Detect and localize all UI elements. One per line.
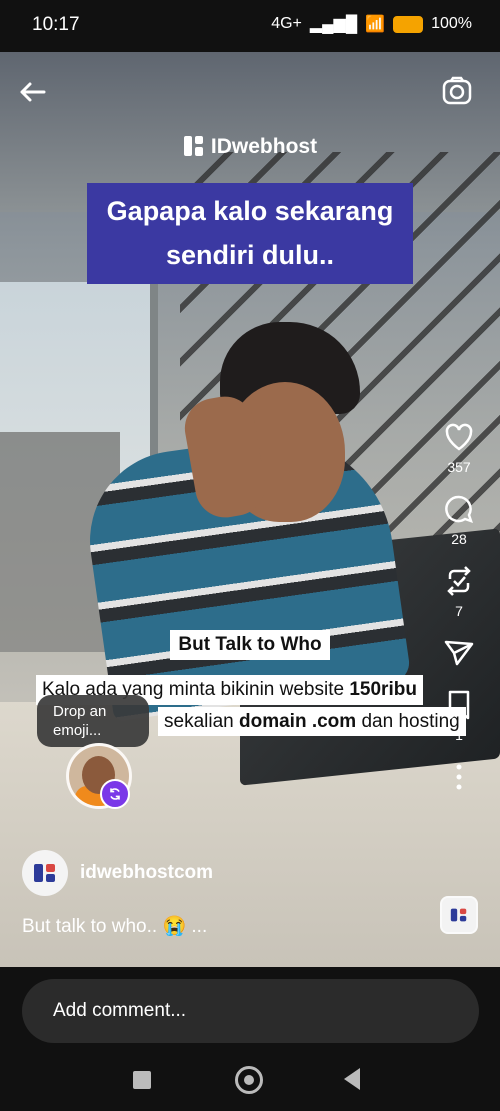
caption-bottom-line2-bold: domain .com — [239, 710, 357, 732]
share-button[interactable] — [442, 636, 476, 670]
status-indicators: 4G+ ▂▄▆█ 📶 100% — [271, 14, 472, 34]
recent-apps-button[interactable] — [133, 1071, 151, 1089]
wifi-icon: 📶 — [365, 16, 386, 33]
action-rail: 357 28 7 1 — [442, 420, 476, 812]
save-button[interactable]: 1 — [442, 688, 476, 742]
brand-name: IDwebhost — [210, 135, 318, 158]
profile-avatar[interactable] — [22, 850, 68, 896]
back-icon[interactable] — [14, 74, 50, 110]
drop-emoji-tooltip: Drop an emoji... — [37, 695, 149, 747]
caption-bottom-line2-prefix: sekalian — [164, 710, 239, 732]
video-caption-middle: But Talk to Who — [0, 630, 500, 660]
heart-icon — [445, 423, 473, 451]
video-caption-top: Gapapa kalo sekarang sendiri dulu.. — [0, 183, 500, 284]
caption-top-line2: sendiri dulu.. — [155, 233, 344, 278]
comment-count: 28 — [451, 531, 467, 547]
back-button[interactable] — [344, 1068, 360, 1090]
share-icon — [444, 640, 474, 666]
comment-input[interactable]: Add comment... — [22, 979, 479, 1043]
battery-icon — [393, 15, 424, 33]
battery-percent: 100% — [431, 15, 472, 32]
home-button[interactable] — [235, 1066, 263, 1094]
bookmark-icon — [448, 690, 470, 720]
audio-thumbnail[interactable] — [440, 896, 478, 934]
repost-icon — [447, 566, 471, 596]
post-caption[interactable]: But talk to who.. 😭 ... — [22, 914, 207, 938]
brand-logo-icon — [183, 135, 205, 157]
save-count: 1 — [455, 727, 463, 743]
status-bar: 10:17 4G+ ▂▄▆█ 📶 100% — [0, 0, 500, 52]
more-button[interactable] — [442, 760, 476, 794]
caption-top-line1: Gapapa kalo sekarang — [96, 189, 404, 234]
comment-button[interactable]: 28 — [442, 492, 476, 546]
more-vertical-icon — [456, 764, 462, 790]
caption-bottom-line1-bold: 150ribu — [349, 679, 417, 700]
profile-row: idwebhostcom — [22, 850, 213, 896]
camera-icon[interactable] — [440, 74, 474, 108]
profile-username[interactable]: idwebhostcom — [80, 862, 213, 884]
like-button[interactable]: 357 — [442, 420, 476, 474]
refresh-icon[interactable] — [100, 779, 130, 809]
signal-icon: ▂▄▆█ — [309, 16, 358, 33]
network-label: 4G+ — [271, 15, 302, 32]
caption-middle-text: But Talk to Who — [170, 630, 330, 660]
comment-icon — [445, 495, 473, 523]
brand-logo: IDwebhost — [0, 135, 500, 159]
repost-count: 7 — [455, 603, 463, 619]
like-count: 357 — [447, 459, 471, 475]
repost-button[interactable]: 7 — [442, 564, 476, 618]
status-time: 10:17 — [32, 14, 80, 35]
